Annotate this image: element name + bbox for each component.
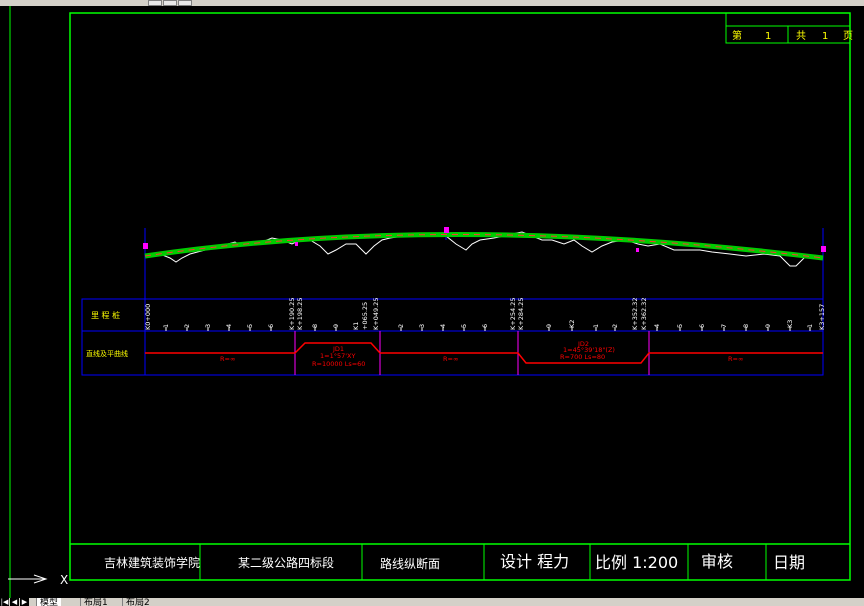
first-tab-arrow-icon[interactable]: |◀ <box>0 598 9 606</box>
station-label: K+284.25 <box>517 298 525 330</box>
layout-tab-bar: |◀ ◀ ▶ 模型 布局1 布局2 <box>0 598 864 606</box>
alignment-data-table: 里 程 桩 直线及平曲线 K0+000 1 2 3 4 5 6 K+190.25… <box>81 298 826 376</box>
title-block: 吉林建筑装饰学院 某二级公路四标段 路线纵断面 设计 程力 比例 1:200 审… <box>70 543 850 580</box>
profile-marker <box>636 248 639 252</box>
profile-marker <box>143 243 148 249</box>
sheet-counter-value-2: 1 <box>822 31 828 42</box>
cad-drawing-canvas[interactable]: 第 1 共 1 页 里 程 桩 直线及平曲线 K0+000 1 2 3 4 5 … <box>0 6 864 598</box>
station-label: 1 <box>592 324 600 328</box>
sheet-counter-label-2: 共 <box>796 30 806 42</box>
title-review: 审核 <box>701 552 733 571</box>
sheet-counter-suffix: 页 <box>843 30 853 42</box>
table-row-label-curve: 直线及平曲线 <box>86 349 128 358</box>
drawing-frame <box>69 12 851 581</box>
tab-layout2[interactable]: 布局2 <box>122 598 153 606</box>
title-date: 日期 <box>773 553 805 572</box>
station-label: 2 <box>611 324 619 328</box>
ucs-x-label: X <box>60 573 68 587</box>
next-tab-arrow-icon[interactable]: ▶ <box>20 598 29 606</box>
title-design: 设计 程力 <box>500 552 569 571</box>
profile-marker <box>821 246 826 252</box>
station-label: 7 <box>720 324 728 328</box>
station-label: 2 <box>183 324 191 328</box>
station-label: 6 <box>698 324 706 328</box>
curve-1-params: R=10000 Ls=60 <box>312 360 365 368</box>
station-label: 3 <box>418 324 426 328</box>
station-label: 8 <box>742 324 750 328</box>
station-label: K+190.25 <box>288 298 296 330</box>
station-label: 2 <box>397 324 405 328</box>
prev-tab-arrow-icon[interactable]: ◀ <box>10 598 19 606</box>
title-drawing-name: 路线纵断面 <box>380 556 440 571</box>
title-school: 吉林建筑装饰学院 <box>104 555 200 570</box>
curve-1-angle: 1=1°57'XY <box>320 352 355 360</box>
station-label: 4 <box>653 324 661 328</box>
station-label: K+198.25 <box>296 298 304 330</box>
station-label: 6 <box>481 324 489 328</box>
station-label: K+049.25 <box>372 298 380 330</box>
curve-2-params: R=700 Ls=80 <box>560 353 605 361</box>
title-project: 某二级公路四标段 <box>238 555 334 570</box>
straight-label-3: R=∞ <box>728 355 743 363</box>
sheet-counter-value-1: 1 <box>765 31 771 42</box>
station-label: K+254.25 <box>509 298 517 330</box>
station-label: 1 <box>806 324 814 328</box>
station-label: 5 <box>246 324 254 328</box>
straight-label-2: R=∞ <box>443 355 458 363</box>
station-label: 1 <box>162 324 170 328</box>
station-label: 9 <box>332 324 340 328</box>
station-label: 6 <box>267 324 275 328</box>
tab-layout1[interactable]: 布局1 <box>80 598 111 606</box>
station-label: K1 <box>352 322 360 330</box>
title-scale: 比例 1:200 <box>595 553 678 572</box>
horizontal-alignment-diagram <box>145 342 823 364</box>
station-label: 9 <box>545 324 553 328</box>
design-grade-line <box>144 231 824 261</box>
table-row-label-station: 里 程 桩 <box>91 310 120 320</box>
station-label: K3+157 <box>818 304 826 330</box>
profile-marker <box>295 242 298 246</box>
station-label: K+352.32 <box>631 298 639 330</box>
station-label: K0+000 <box>144 304 152 330</box>
tab-model[interactable]: 模型 <box>36 598 62 606</box>
sheet-counter: 第 1 共 1 页 <box>725 13 853 44</box>
station-label: 4 <box>439 324 447 328</box>
straight-label-1: R=∞ <box>220 355 235 363</box>
station-label: 3 <box>204 324 212 328</box>
station-label: +065.25 <box>361 302 369 330</box>
sheet-counter-label-1: 第 <box>732 29 742 42</box>
station-label: 9 <box>764 324 772 328</box>
station-label: K+362.32 <box>640 298 648 330</box>
profile-marker <box>444 227 449 233</box>
station-label: 5 <box>460 324 468 328</box>
station-label: 5 <box>676 324 684 328</box>
station-label: 8 <box>311 324 319 328</box>
ucs-icon: X <box>8 573 68 587</box>
station-label: 4 <box>225 324 233 328</box>
station-label: K2 <box>568 320 576 328</box>
station-label: K3 <box>786 320 794 328</box>
